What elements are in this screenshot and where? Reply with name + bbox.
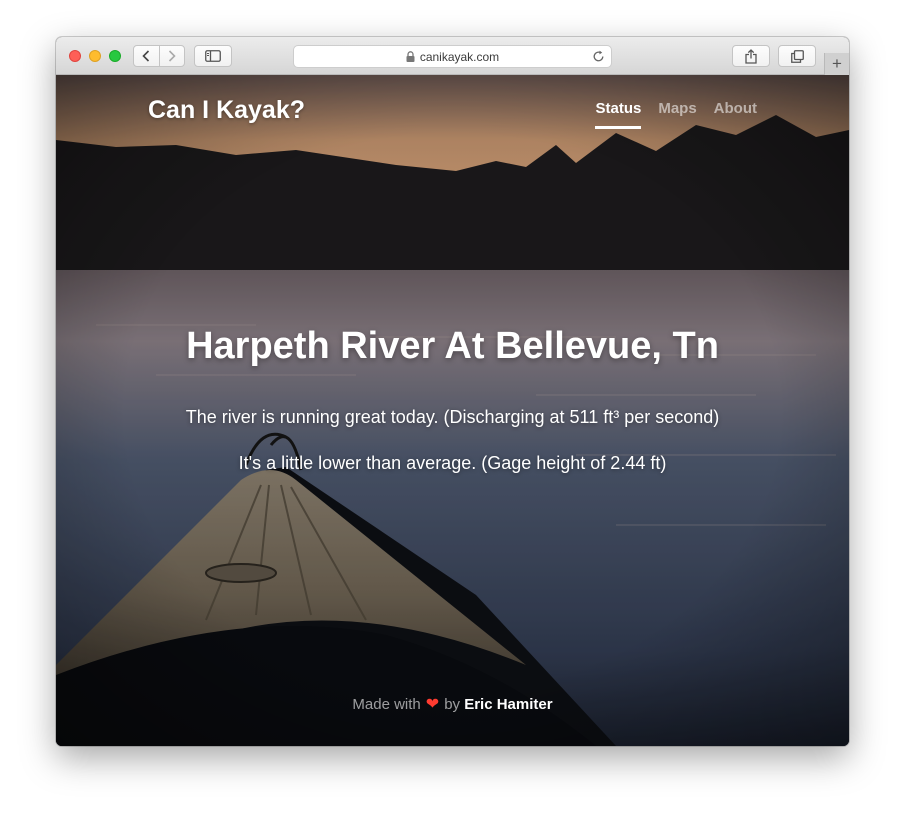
nav-status-link[interactable]: Status (595, 100, 642, 129)
footer-by: by (444, 696, 461, 713)
history-nav-group (133, 45, 185, 67)
minimize-window-button[interactable] (89, 50, 101, 62)
address-bar[interactable]: canikayak.com (293, 45, 612, 68)
tabs-overview-button[interactable] (778, 45, 816, 67)
page-content: Can I Kayak? Status Maps About Harpeth R… (56, 75, 849, 746)
footer-prefix: Made with (352, 696, 421, 713)
browser-window: canikayak.com + Can I Kayak? Status Maps… (56, 37, 849, 746)
heart-icon: ❤ (425, 696, 440, 713)
new-tab-button[interactable]: + (824, 53, 849, 75)
browser-toolbar: canikayak.com + (56, 37, 849, 75)
plus-icon: + (832, 54, 842, 73)
share-button[interactable] (732, 45, 770, 67)
river-name-heading: Harpeth River At Bellevue, Tn (186, 325, 719, 367)
site-brand-link[interactable]: Can I Kayak? (148, 96, 305, 125)
forward-button[interactable] (158, 46, 185, 66)
nav-about-link[interactable]: About (714, 100, 757, 129)
author-link[interactable]: Eric Hamiter (464, 696, 552, 713)
site-nav: Status Maps About (595, 100, 757, 129)
zoom-window-button[interactable] (109, 50, 121, 62)
sidebar-button[interactable] (194, 45, 232, 67)
lock-icon (406, 51, 415, 62)
chevron-right-icon (168, 50, 176, 62)
sidebar-icon (205, 50, 221, 62)
reload-icon[interactable] (592, 50, 605, 66)
url-text: canikayak.com (419, 49, 500, 64)
chevron-left-icon (142, 50, 150, 62)
footer: Made with ❤ by Eric Hamiter (56, 694, 849, 714)
share-icon (745, 48, 757, 64)
discharge-status-text: The river is running great today. (Disch… (185, 407, 720, 427)
nav-maps-link[interactable]: Maps (658, 100, 696, 129)
tabs-icon (790, 49, 804, 63)
back-button[interactable] (134, 46, 159, 66)
close-window-button[interactable] (69, 50, 81, 62)
gage-height-status-text: It's a little lower than average. (Gage … (238, 453, 667, 473)
